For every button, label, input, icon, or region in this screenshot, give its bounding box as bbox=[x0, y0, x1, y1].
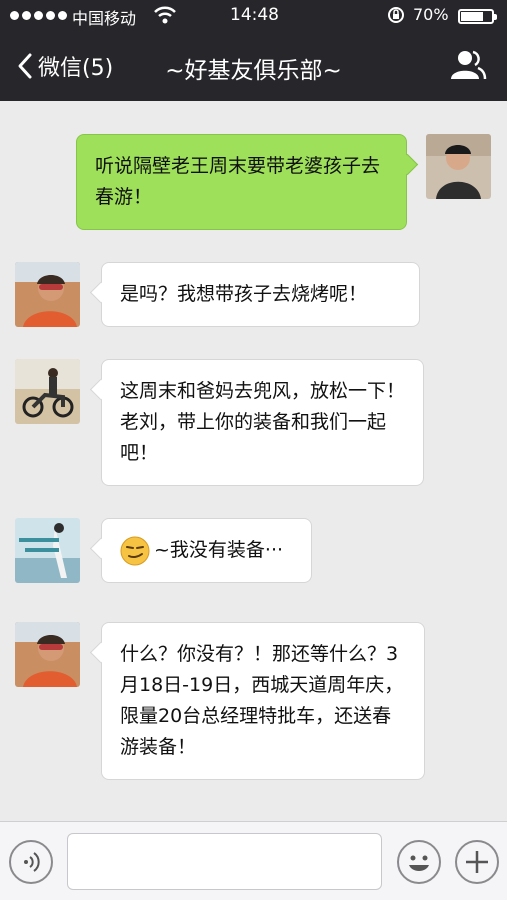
chat-title: ~好基友俱乐部~ bbox=[165, 58, 342, 84]
avatar-member[interactable] bbox=[15, 518, 80, 583]
rotation-lock-icon bbox=[388, 7, 404, 23]
avatar-image bbox=[426, 134, 491, 199]
signal-strength-icon bbox=[10, 11, 67, 20]
top-bar: 中国移动 14:48 70% 微信(5) ~好基友俱乐部~ bbox=[0, 0, 507, 101]
smiley-icon bbox=[409, 855, 429, 871]
avatar-image bbox=[15, 359, 80, 424]
navigation-bar: 微信(5) ~好基友俱乐部~ bbox=[0, 30, 507, 101]
message-text: 这周末和爸妈去兜风，放松一下！老刘，带上你的装备和我们一起吧！ bbox=[120, 380, 406, 464]
message-list[interactable]: 听说隔壁老王周末要带老婆孩子去春游！ 是吗？我想带孩子去烧烤呢！ 这周末和爸妈去… bbox=[0, 101, 507, 821]
battery-percent: 70% bbox=[413, 5, 449, 24]
avatar-image bbox=[15, 262, 80, 327]
message-text: 是吗？我想带孩子去烧烤呢！ bbox=[120, 283, 368, 305]
message-input[interactable] bbox=[67, 833, 382, 890]
incoming-message-bubble[interactable]: ~我没有装备··· bbox=[101, 518, 312, 583]
avatar-image bbox=[15, 622, 80, 687]
battery-icon bbox=[458, 9, 497, 24]
group-members-icon[interactable] bbox=[448, 48, 488, 82]
avatar-member[interactable] bbox=[15, 359, 80, 424]
incoming-message-bubble[interactable]: 这周末和爸妈去兜风，放松一下！老刘，带上你的装备和我们一起吧！ bbox=[101, 359, 424, 486]
avatar-member[interactable] bbox=[15, 262, 80, 327]
carrier-name: 中国移动 bbox=[72, 9, 137, 28]
incoming-message-bubble[interactable]: 是吗？我想带孩子去烧烤呢！ bbox=[101, 262, 420, 327]
avatar-image bbox=[15, 518, 80, 583]
message-text: ~我没有装备··· bbox=[154, 539, 284, 561]
input-bar bbox=[0, 821, 507, 900]
avatar-self[interactable] bbox=[426, 134, 491, 199]
message-text: 什么？你没有？！那还等什么？3月18日-19日，西城天道周年庆，限量20台总经理… bbox=[120, 643, 404, 758]
smirk-emoji-icon bbox=[120, 536, 150, 565]
status-bar: 中国移动 14:48 70% bbox=[0, 0, 507, 30]
voice-button[interactable] bbox=[9, 840, 53, 884]
message-text: 听说隔壁老王周末要带老婆孩子去春游！ bbox=[95, 155, 381, 208]
avatar-member[interactable] bbox=[15, 622, 80, 687]
incoming-message-bubble[interactable]: 什么？你没有？！那还等什么？3月18日-19日，西城天道周年庆，限量20台总经理… bbox=[101, 622, 425, 780]
emoji-button[interactable] bbox=[397, 840, 441, 884]
status-time: 14:48 bbox=[230, 5, 279, 25]
more-button[interactable] bbox=[455, 840, 499, 884]
wifi-icon bbox=[154, 6, 176, 24]
plus-icon bbox=[466, 851, 488, 873]
outgoing-message-bubble[interactable]: 听说隔壁老王周末要带老婆孩子去春游！ bbox=[76, 134, 407, 230]
voice-icon bbox=[24, 852, 40, 872]
